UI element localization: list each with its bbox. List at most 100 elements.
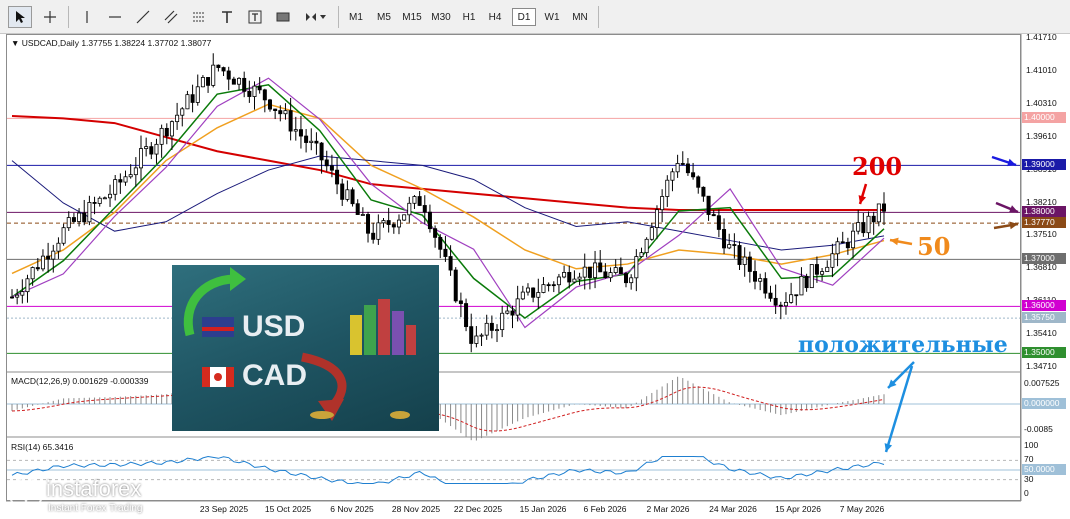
candle-body: [814, 264, 819, 275]
green-arrow-head: [230, 267, 246, 291]
candle-body: [108, 193, 113, 199]
candle-body: [30, 267, 35, 280]
candle-body: [525, 287, 530, 293]
candle-body: [247, 90, 252, 97]
candle-body: [882, 203, 887, 212]
price-tag: 1.37770: [1022, 217, 1066, 229]
candle-body: [242, 77, 247, 92]
annotation-200: 200: [852, 152, 903, 181]
candle-body: [587, 266, 592, 278]
date-axis-label: 6 Feb 2026: [583, 504, 627, 514]
price-axis-label: 1.34710: [1026, 361, 1057, 371]
candle-body: [876, 203, 881, 223]
price-chart[interactable]: [0, 0, 1070, 519]
candle-body: [200, 77, 205, 88]
instaforex-tagline: Instant Forex Trading: [48, 503, 143, 514]
candle-body: [458, 300, 463, 304]
candle-body: [350, 189, 355, 205]
candle-body: [149, 146, 154, 155]
candle-body: [211, 64, 216, 86]
canada-flag-band-left: [202, 367, 210, 387]
price-tag: 1.39000: [1022, 159, 1066, 171]
candle-body: [861, 222, 866, 234]
coin-icon: [310, 411, 334, 419]
coin-icon: [390, 411, 410, 419]
usd-label: USD: [242, 310, 306, 343]
candle-body: [500, 312, 505, 331]
candle-body: [505, 310, 510, 314]
candle-body: [722, 229, 727, 249]
candle-body: [845, 241, 850, 249]
date-axis-label: 23 Sep 2025: [199, 504, 249, 514]
candle-body: [46, 255, 51, 260]
candle-body: [113, 179, 118, 195]
rsi-axis-label: 70: [1024, 454, 1034, 465]
candle-body: [804, 275, 809, 289]
candle-body: [391, 224, 396, 228]
candle-body: [175, 114, 180, 123]
candle-body: [92, 202, 97, 204]
candle-body: [402, 214, 407, 221]
candle-body: [851, 230, 856, 249]
candle-body: [556, 276, 561, 286]
candle-body: [293, 129, 298, 132]
candle-body: [737, 245, 742, 265]
canada-flag-band-right: [226, 367, 234, 387]
candle-body: [25, 278, 30, 293]
candle-body: [267, 99, 272, 110]
macd-axis-label: 0.007525: [1024, 378, 1060, 388]
candle-body: [412, 196, 417, 204]
candle-body: [366, 214, 371, 234]
candle-body: [164, 127, 169, 137]
candle-body: [123, 176, 128, 183]
candle-body: [133, 167, 138, 176]
candle-body: [97, 197, 102, 204]
candle-body: [144, 146, 149, 150]
price-tag: 1.35750: [1022, 312, 1066, 324]
candle-body: [195, 86, 200, 103]
candle-body: [138, 148, 143, 169]
usa-flag-stripe: [202, 327, 234, 331]
candle-body: [608, 272, 613, 279]
candle-body: [252, 85, 257, 97]
candle-body: [675, 163, 680, 173]
candle-body: [495, 329, 500, 332]
candle-body: [433, 228, 438, 238]
candle-body: [680, 163, 685, 165]
candle-body: [386, 220, 391, 225]
candle-body: [304, 135, 309, 143]
candle-body: [598, 262, 603, 273]
candle-body: [422, 205, 427, 213]
candle-body: [262, 89, 267, 101]
candle-body: [618, 267, 623, 274]
candle-body: [417, 196, 422, 206]
candle-body: [825, 266, 830, 272]
candle-body: [71, 217, 76, 222]
candle-body: [567, 272, 572, 283]
candle-body: [639, 252, 644, 257]
candle-body: [319, 142, 324, 161]
candle-body: [582, 266, 587, 278]
candle-body: [577, 276, 582, 280]
candle-body: [237, 77, 242, 85]
instaforex-logo: instaforex Instant Forex Trading: [6, 474, 178, 516]
candle-body: [448, 256, 453, 271]
candle-body: [427, 211, 432, 230]
macd-header: MACD(12,26,9) 0.001629 -0.000339: [11, 376, 149, 386]
price-axis-label: 1.41010: [1026, 64, 1057, 75]
date-axis-label: 28 Nov 2025: [391, 504, 441, 514]
price-tag: 1.37000: [1022, 253, 1066, 265]
date-axis-label: 6 Nov 2025: [330, 504, 374, 514]
candle-body: [118, 179, 123, 183]
price-tag: 0.000000: [1022, 398, 1066, 409]
candle-body: [830, 253, 835, 268]
candle-body: [335, 169, 340, 185]
candle-body: [515, 298, 520, 316]
candle-body: [593, 262, 598, 278]
chart-collapse-icon[interactable]: ▼: [11, 38, 19, 48]
candle-body: [572, 278, 577, 283]
macd-signal-line: [11, 386, 885, 432]
candle-body: [536, 292, 541, 298]
candle-body: [376, 222, 381, 240]
level-139-arrow-head: [1007, 158, 1016, 167]
